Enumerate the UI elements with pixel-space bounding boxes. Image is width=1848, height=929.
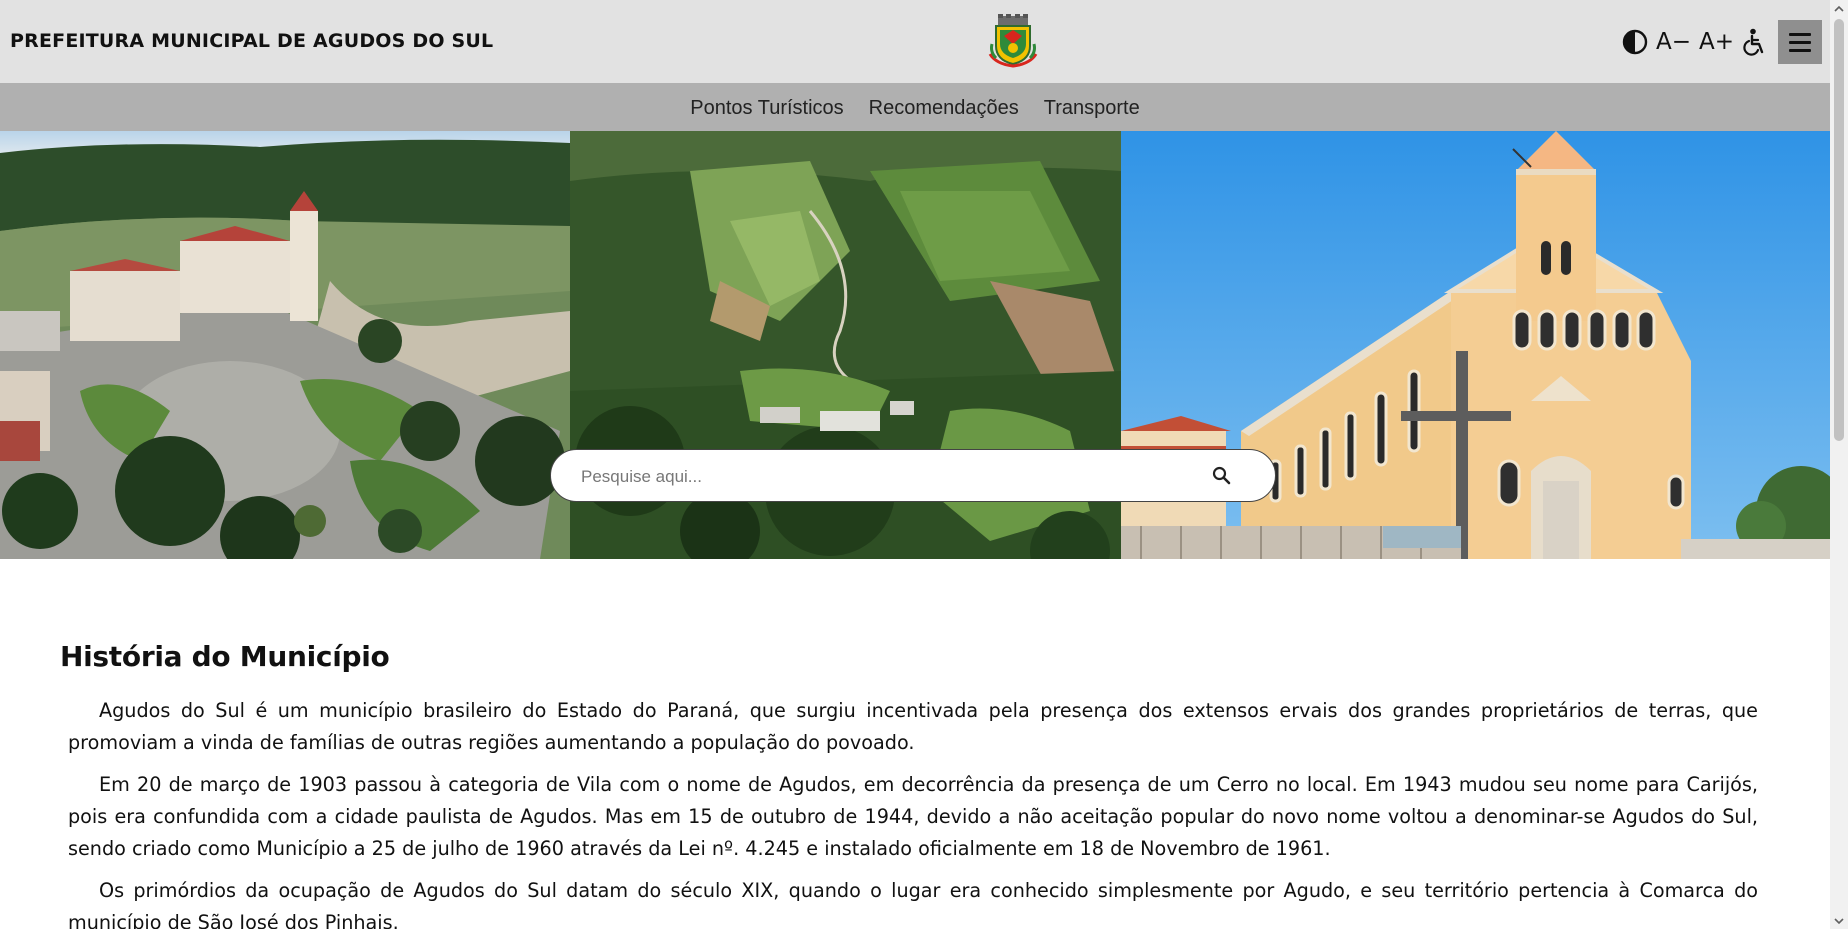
hero-banner	[0, 131, 1830, 559]
scroll-thumb[interactable]	[1834, 19, 1844, 441]
main-nav: Pontos Turísticos Recomendações Transpor…	[0, 83, 1830, 131]
history-section: História do Município Agudos do Sul é um…	[60, 640, 1758, 929]
history-paragraph: Agudos do Sul é um município brasileiro …	[68, 699, 1758, 754]
wheelchair-icon[interactable]	[1738, 22, 1770, 62]
nav-item-transporte[interactable]: Transporte	[1044, 95, 1140, 120]
font-decrease-button[interactable]: A−	[1652, 22, 1695, 62]
menu-line	[1789, 40, 1811, 44]
menu-line	[1789, 48, 1811, 52]
nav-item-recomendacoes[interactable]: Recomendações	[869, 95, 1019, 120]
history-paragraph: Em 20 de março de 1903 passou à categori…	[68, 773, 1758, 860]
scroll-up-arrow-icon[interactable]	[1830, 0, 1848, 17]
page-scrollbar[interactable]	[1830, 0, 1848, 929]
accessibility-toolbar: A− A+	[1618, 20, 1822, 64]
search-icon[interactable]	[1211, 465, 1233, 487]
search-input[interactable]	[579, 450, 1183, 503]
history-paragraph: Os primórdios da ocupação de Agudos do S…	[68, 879, 1758, 929]
site-title[interactable]: PREFEITURA MUNICIPAL DE AGUDOS DO SUL	[10, 30, 493, 52]
nav-item-pontos-turisticos[interactable]: Pontos Turísticos	[690, 95, 843, 120]
municipal-coat-of-arms-logo[interactable]	[986, 14, 1040, 68]
search-bar	[550, 449, 1276, 503]
site-header: PREFEITURA MUNICIPAL DE AGUDOS DO SUL A−…	[0, 0, 1830, 83]
section-title: História do Município	[60, 640, 390, 673]
history-text: Agudos do Sul é um município brasileiro …	[60, 695, 1758, 929]
font-increase-button[interactable]: A+	[1695, 22, 1738, 62]
contrast-icon[interactable]	[1618, 22, 1652, 62]
menu-line	[1789, 32, 1811, 36]
page: PREFEITURA MUNICIPAL DE AGUDOS DO SUL A−…	[0, 0, 1830, 929]
hamburger-menu-icon[interactable]	[1778, 20, 1822, 64]
hero-image-town-square	[0, 131, 570, 559]
scroll-down-arrow-icon[interactable]	[1830, 912, 1848, 929]
